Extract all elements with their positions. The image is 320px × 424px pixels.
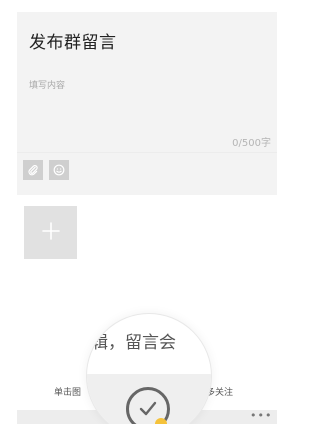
more-icon[interactable]: ••• [250, 409, 272, 422]
char-counter: 0/500字 [232, 138, 271, 149]
badge-dot [155, 418, 167, 424]
divider [17, 152, 277, 153]
page-title: 发布群留言 [29, 33, 117, 53]
emoji-icon [53, 161, 65, 180]
magnifier-overlay: 辑，留言会 [86, 313, 212, 424]
attach-button[interactable] [23, 160, 43, 180]
plus-icon [41, 221, 61, 245]
magnified-text: 辑，留言会 [91, 333, 176, 353]
content-input-placeholder[interactable]: 填写内容 [29, 78, 65, 91]
attach-icon [27, 161, 39, 180]
hint-text-left: 单击图 [54, 388, 82, 398]
emoji-button[interactable] [49, 160, 69, 180]
add-photo-button[interactable] [24, 206, 77, 259]
compose-card: 发布群留言 填写内容 0/500字 [17, 12, 277, 195]
